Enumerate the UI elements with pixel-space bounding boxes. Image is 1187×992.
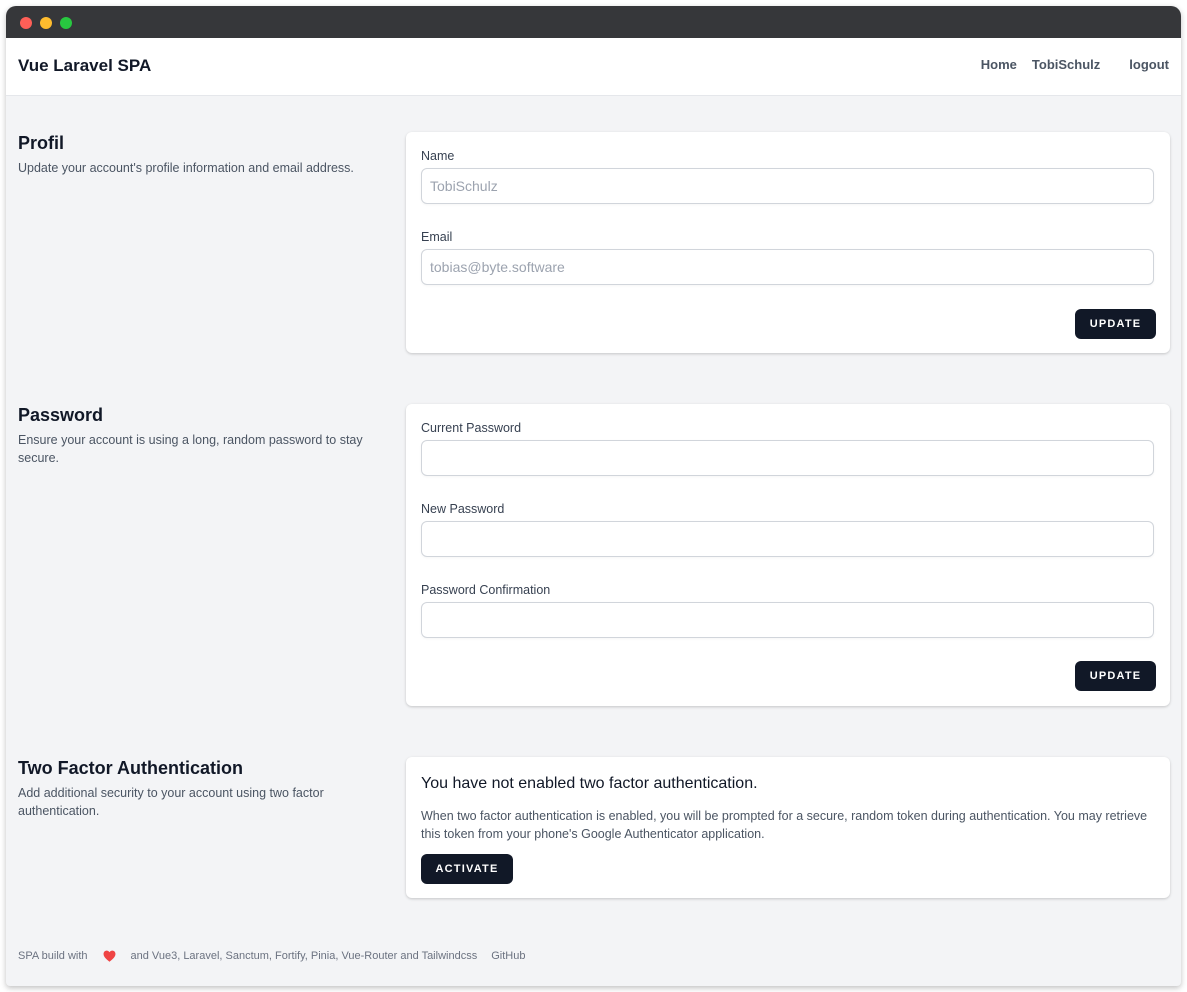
password-card: Current Password New Password Password C…	[406, 404, 1170, 706]
name-input[interactable]	[421, 168, 1154, 204]
browser-window: Vue Laravel SPA Home TobiSchulz logout P…	[6, 6, 1181, 986]
password-update-button[interactable]: UPDATE	[1075, 661, 1156, 691]
nav-user-link[interactable]: TobiSchulz	[1032, 57, 1100, 72]
nav-links: Home TobiSchulz logout	[981, 57, 1169, 72]
two-factor-explanation: When two factor authentication is enable…	[421, 809, 1148, 841]
nav-home-link[interactable]: Home	[981, 57, 1017, 72]
profile-card: Name Email UPDATE	[406, 132, 1170, 353]
top-navbar: Vue Laravel SPA Home TobiSchulz logout	[6, 38, 1181, 96]
password-intro: Password Ensure your account is using a …	[18, 404, 388, 467]
current-password-label: Current Password	[421, 421, 522, 435]
footer-suffix: and Vue3, Laravel, Sanctum, Fortify, Pin…	[130, 950, 478, 962]
two-factor-status-heading: You have not enabled two factor authenti…	[421, 775, 758, 792]
github-link[interactable]: GitHub	[491, 950, 525, 962]
two-factor-title: Two Factor Authentication	[18, 758, 243, 778]
new-password-input[interactable]	[421, 521, 1154, 557]
profile-update-button[interactable]: UPDATE	[1075, 309, 1156, 339]
window-maximize-button[interactable]	[60, 17, 72, 29]
new-password-label: New Password	[421, 502, 505, 516]
profile-description: Update your account's profile informatio…	[18, 161, 354, 175]
name-label: Name	[421, 149, 455, 163]
two-factor-card: You have not enabled two factor authenti…	[406, 757, 1170, 898]
two-factor-intro: Two Factor Authentication Add additional…	[18, 757, 388, 820]
password-description: Ensure your account is using a long, ran…	[18, 433, 363, 465]
footer-prefix: SPA build with	[18, 950, 88, 962]
profile-intro: Profil Update your account's profile inf…	[18, 132, 388, 177]
two-factor-description: Add additional security to your account …	[18, 786, 324, 818]
window-close-button[interactable]	[20, 17, 32, 29]
heart-icon	[103, 950, 116, 962]
page-footer: SPA build with and Vue3, Laravel, Sanctu…	[18, 950, 525, 962]
current-password-input[interactable]	[421, 440, 1154, 476]
profile-title: Profil	[18, 133, 65, 153]
password-confirmation-input[interactable]	[421, 602, 1154, 638]
email-label: Email	[421, 230, 453, 244]
password-title: Password	[18, 405, 104, 425]
nav-logout-link[interactable]: logout	[1129, 57, 1169, 72]
activate-two-factor-button[interactable]: ACTIVATE	[421, 854, 513, 884]
app-brand[interactable]: Vue Laravel SPA	[18, 56, 151, 76]
email-input[interactable]	[421, 249, 1154, 285]
window-titlebar	[6, 6, 1181, 38]
password-confirmation-label: Password Confirmation	[421, 583, 551, 597]
window-minimize-button[interactable]	[40, 17, 52, 29]
